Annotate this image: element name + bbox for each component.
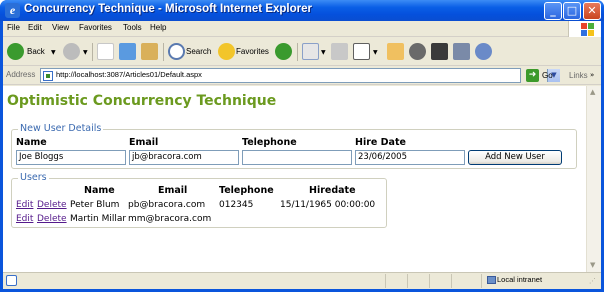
security-zone-label: Local intranet: [497, 275, 543, 284]
favorites-button-label[interactable]: Favorites: [236, 47, 269, 56]
status-divider: [451, 274, 452, 288]
forward-dropdown-icon[interactable]: ▼: [83, 49, 88, 56]
refresh-icon[interactable]: [119, 43, 136, 60]
page-status-icon: [6, 275, 17, 286]
minimize-button[interactable]: _: [544, 2, 562, 20]
mail-icon[interactable]: [302, 43, 319, 60]
links-chevron-icon[interactable]: »: [590, 71, 594, 79]
links-button[interactable]: Links: [569, 71, 588, 80]
intranet-zone-icon: [487, 276, 496, 284]
scroll-down-icon[interactable]: ▼: [590, 261, 595, 269]
back-button-label[interactable]: Back: [27, 47, 45, 56]
stop-icon[interactable]: [97, 43, 114, 60]
menu-favorites[interactable]: Favorites: [79, 23, 112, 32]
go-arrow-icon[interactable]: ➜: [526, 69, 539, 82]
toolbar-separator: [297, 43, 298, 61]
menu-edit[interactable]: Edit: [28, 23, 42, 32]
page-icon: [43, 71, 53, 81]
mobile-icon[interactable]: [431, 43, 448, 60]
delete-link[interactable]: Delete: [37, 200, 67, 210]
history-icon[interactable]: [275, 43, 292, 60]
telephone-label: Telephone: [242, 137, 297, 148]
people-icon[interactable]: [475, 43, 492, 60]
user-name-cell: Martin Millar: [70, 214, 127, 224]
user-email-cell: mm@bracora.com: [128, 214, 212, 224]
address-label: Address: [6, 70, 36, 79]
search-icon[interactable]: [168, 43, 185, 60]
research-icon[interactable]: [453, 43, 470, 60]
address-bar: Address http://localhost:3087/Articles01…: [3, 67, 601, 85]
add-new-user-button[interactable]: Add New User: [468, 150, 562, 165]
users-legend: Users: [18, 172, 49, 183]
favorites-star-icon[interactable]: [218, 43, 235, 60]
name-field[interactable]: Joe Bloggs: [16, 150, 126, 165]
menu-file[interactable]: File: [7, 23, 20, 32]
toolbar: Back ▼ ▼ Search Favorites ▼ ▼: [3, 38, 601, 66]
address-url[interactable]: http://localhost:3087/Articles01/Default…: [56, 70, 202, 79]
close-button[interactable]: ✕: [583, 2, 601, 20]
user-name-cell: Peter Blum: [70, 200, 120, 210]
menu-view[interactable]: View: [52, 23, 69, 32]
home-icon[interactable]: [141, 43, 158, 60]
hire-date-label: Hire Date: [355, 137, 406, 148]
search-button-label[interactable]: Search: [186, 47, 211, 56]
vertical-scrollbar[interactable]: ▲ ▼: [586, 86, 601, 272]
address-input[interactable]: http://localhost:3087/Articles01/Default…: [40, 68, 560, 83]
email-field[interactable]: jb@bracora.com: [129, 150, 239, 165]
name-label: Name: [16, 137, 47, 148]
menu-help[interactable]: Help: [150, 23, 166, 32]
edit-dropdown-icon[interactable]: ▼: [373, 49, 378, 56]
telephone-field[interactable]: [242, 150, 352, 165]
new-user-legend: New User Details: [18, 123, 104, 134]
toolbar-separator: [163, 43, 164, 61]
menu-bar: File Edit View Favorites Tools Help: [3, 21, 601, 37]
scroll-up-icon[interactable]: ▲: [590, 88, 595, 96]
back-icon[interactable]: [7, 43, 24, 60]
user-hiredate-cell: 15/11/1965 00:00:00: [280, 200, 376, 210]
folder-icon[interactable]: [387, 43, 404, 60]
resize-grip-icon[interactable]: ⋰: [589, 277, 596, 285]
title-bar: e Concurrency Technique - Microsoft Inte…: [0, 0, 604, 21]
messenger-icon[interactable]: [409, 43, 426, 60]
print-icon[interactable]: [331, 43, 348, 60]
ie-logo-icon: e: [5, 3, 20, 18]
toolbar-separator: [92, 43, 93, 61]
status-bar: Local intranet ⋰: [3, 272, 601, 289]
edit-icon[interactable]: [353, 43, 370, 60]
back-dropdown-icon[interactable]: ▼: [51, 49, 56, 56]
page-title: Optimistic Concurrency Technique: [7, 93, 277, 109]
forward-icon[interactable]: [63, 43, 80, 60]
user-email-cell: pb@bracora.com: [128, 200, 206, 210]
status-divider: [385, 274, 386, 288]
column-header-telephone: Telephone: [219, 185, 274, 196]
window-title: Concurrency Technique - Microsoft Intern…: [24, 3, 312, 15]
status-divider: [407, 274, 408, 288]
go-button[interactable]: Go: [542, 71, 553, 80]
maximize-button[interactable]: □: [563, 2, 581, 20]
menu-tools[interactable]: Tools: [123, 23, 142, 32]
delete-link[interactable]: Delete: [37, 214, 67, 224]
email-label: Email: [129, 137, 159, 148]
mail-dropdown-icon[interactable]: ▼: [321, 49, 326, 56]
user-telephone-cell: 012345: [219, 200, 254, 210]
status-divider: [429, 274, 430, 288]
hire-date-field[interactable]: 23/06/2005: [355, 150, 465, 165]
edit-link[interactable]: Edit: [16, 200, 33, 210]
column-header-email: Email: [158, 185, 188, 196]
windows-logo-icon: [568, 21, 601, 37]
column-header-name: Name: [84, 185, 115, 196]
column-header-hiredate: Hiredate: [309, 185, 356, 196]
status-divider: [481, 274, 482, 288]
edit-link[interactable]: Edit: [16, 214, 33, 224]
